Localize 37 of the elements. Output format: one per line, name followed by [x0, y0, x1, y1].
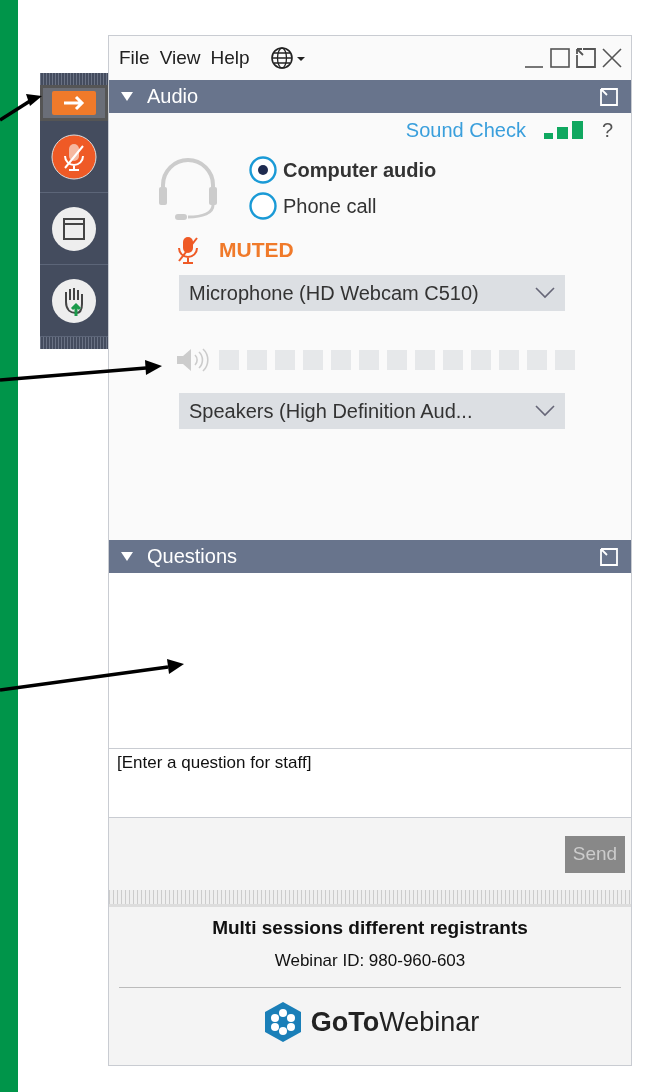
menu-item[interactable]: File: [119, 47, 150, 69]
muted-mic-icon: [51, 133, 97, 180]
chevron-down-icon: [535, 287, 555, 299]
menu-item[interactable]: View: [159, 47, 201, 69]
globe-icon[interactable]: [269, 46, 308, 70]
speakers-dropdown[interactable]: Speakers (High Definition Aud...: [179, 393, 565, 429]
radio-option[interactable]: Phone call: [249, 192, 437, 220]
webinar-id: Webinar ID: 980-960-603: [274, 951, 466, 971]
audio-header[interactable]: Audio: [109, 80, 631, 113]
pop-out-icon[interactable]: [575, 47, 597, 69]
menu-item[interactable]: Help: [210, 47, 250, 69]
grip-handle[interactable]: [40, 337, 108, 349]
maximize-icon[interactable]: [549, 47, 571, 69]
help-link[interactable]: ?: [601, 118, 613, 142]
collapse-caret-icon: [121, 551, 133, 562]
radio-button[interactable]: [249, 156, 277, 184]
signal-bars-icon: [543, 121, 584, 139]
collapse-button[interactable]: [40, 85, 108, 121]
radio-button[interactable]: [249, 192, 277, 220]
chevron-down-icon: [535, 405, 555, 417]
grip-handle[interactable]: [40, 73, 108, 85]
mute-status: MUTED: [219, 238, 294, 262]
pointer-arrow: [0, 94, 42, 122]
question-input[interactable]: [Enter a question for staff]: [109, 748, 631, 818]
webinar-title: Multi sessions different registrants: [212, 917, 528, 939]
microphone-dropdown[interactable]: Microphone (HD Webcam C510): [179, 275, 565, 311]
panel-title: Audio: [147, 85, 199, 108]
questions-header[interactable]: Questions: [109, 540, 631, 573]
window-icon: [51, 205, 97, 252]
close-icon[interactable]: [601, 47, 623, 69]
product-logo: GoToWebinar: [310, 1006, 480, 1038]
radio-option[interactable]: Computer audio: [249, 156, 437, 184]
panel-title: Questions: [147, 545, 238, 568]
hand-icon: [51, 277, 97, 324]
collapse-caret-icon: [121, 91, 133, 102]
splitter-handle[interactable]: [109, 890, 631, 907]
speaker-icon: [175, 347, 209, 373]
